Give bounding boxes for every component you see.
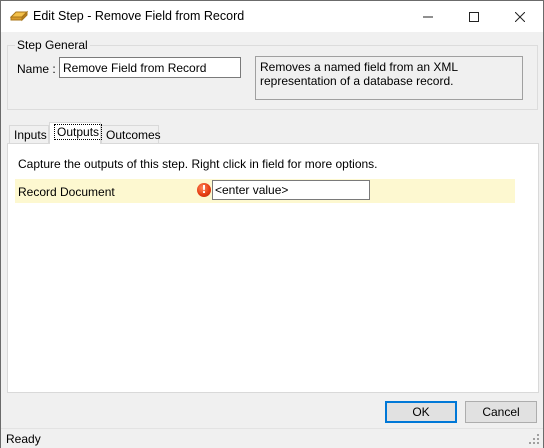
tab-outputs-label: Outputs: [54, 124, 103, 140]
maximize-icon: [469, 11, 479, 22]
edit-step-window: Edit Step - Remove Field from Record Ste…: [0, 0, 544, 448]
record-document-field[interactable]: [212, 180, 370, 200]
maximize-button[interactable]: [451, 1, 497, 32]
resize-grip-icon[interactable]: [528, 433, 540, 445]
tab-inputs[interactable]: Inputs: [9, 125, 49, 144]
minimize-icon: [423, 16, 433, 17]
window-title: Edit Step - Remove Field from Record: [33, 9, 245, 23]
name-label: Name :: [17, 62, 56, 76]
name-field[interactable]: [59, 57, 241, 78]
minimize-button[interactable]: [405, 1, 451, 32]
step-description: Removes a named field from an XML repres…: [255, 56, 523, 100]
error-icon: !: [197, 183, 211, 197]
title-bar[interactable]: Edit Step - Remove Field from Record: [1, 1, 543, 32]
status-text: Ready: [6, 432, 41, 446]
outputs-description: Capture the outputs of this step. Right …: [18, 157, 378, 171]
output-row-record-document: Record Document !: [15, 179, 515, 203]
record-document-label: Record Document: [18, 185, 115, 199]
status-bar: Ready: [1, 428, 543, 448]
ok-button[interactable]: OK: [385, 401, 457, 423]
step-general-legend: Step General: [15, 38, 90, 52]
tab-outcomes[interactable]: Outcomes: [101, 125, 161, 144]
cancel-button[interactable]: Cancel: [465, 401, 537, 423]
step-icon: [9, 10, 29, 22]
close-button[interactable]: [497, 1, 543, 32]
close-icon: [515, 11, 525, 22]
tab-outputs[interactable]: Outputs: [49, 122, 103, 144]
outputs-panel: Capture the outputs of this step. Right …: [7, 143, 539, 393]
